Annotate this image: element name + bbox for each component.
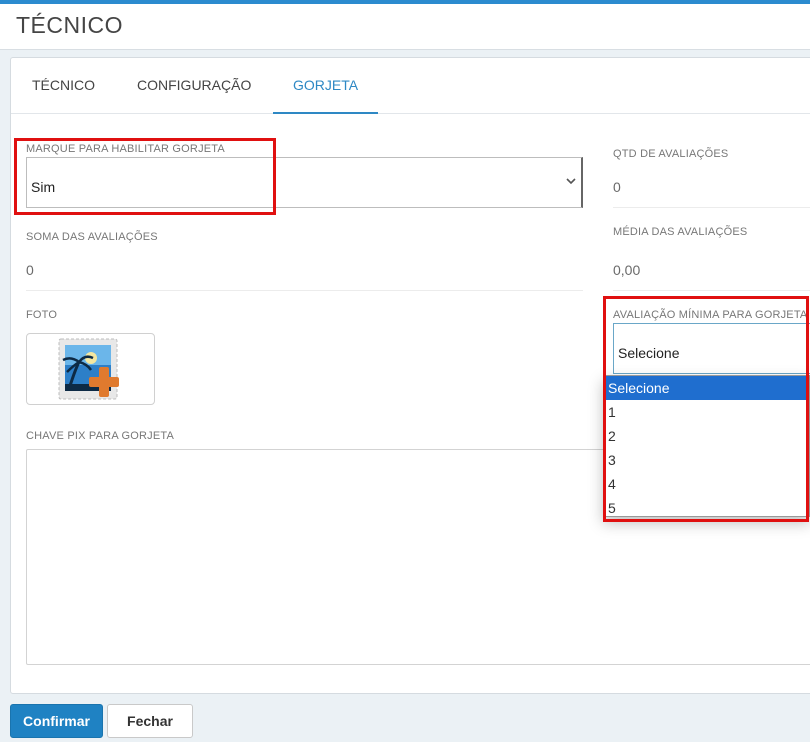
sum-ratings-value: 0 [26,262,34,278]
divider [613,290,810,291]
sum-ratings-label: SOMA DAS AVALIAÇÕES [26,231,158,243]
qty-ratings-label: QTD DE AVALIAÇÕES [613,148,729,160]
photo-upload[interactable] [26,333,155,405]
min-rating-select[interactable]: Selecione [613,323,810,374]
option-1[interactable]: 1 [604,400,809,424]
tab-tecnico[interactable]: TÉCNICO [12,58,115,114]
tab-gorjeta[interactable]: GORJETA [273,58,379,114]
enable-tip-label: MARQUE PARA HABILITAR GORJETA [26,143,225,155]
divider [613,207,810,208]
enable-tip-value: Sim [31,179,56,195]
avg-ratings-label: MÉDIA DAS AVALIAÇÕES [613,226,748,238]
confirm-button[interactable]: Confirmar [10,704,103,738]
tab-configuracao[interactable]: CONFIGURAÇÃO [117,58,271,114]
option-selecione[interactable]: Selecione [604,376,809,400]
page-header: TÉCNICO [0,4,810,50]
photo-label: FOTO [26,309,58,321]
option-2[interactable]: 2 [604,424,809,448]
pix-key-label: CHAVE PIX PARA GORJETA [26,430,175,442]
min-rating-value: Selecione [618,345,680,361]
page-title: TÉCNICO [16,12,123,38]
option-4[interactable]: 4 [604,472,809,496]
chevron-down-icon [566,178,576,185]
avg-ratings-value: 0,00 [613,262,641,278]
min-rating-label: AVALIAÇÃO MÍNIMA PARA GORJETA [613,309,808,321]
option-3[interactable]: 3 [604,448,809,472]
close-button[interactable]: Fechar [107,704,193,738]
divider [26,290,583,291]
min-rating-options-list: Selecione 1 2 3 4 5 [603,375,810,517]
option-5[interactable]: 5 [604,496,809,520]
tab-bar: TÉCNICO CONFIGURAÇÃO GORJETA [11,58,810,114]
enable-tip-select[interactable]: Sim [26,157,583,208]
add-photo-icon [58,338,119,400]
qty-ratings-value: 0 [613,179,621,195]
